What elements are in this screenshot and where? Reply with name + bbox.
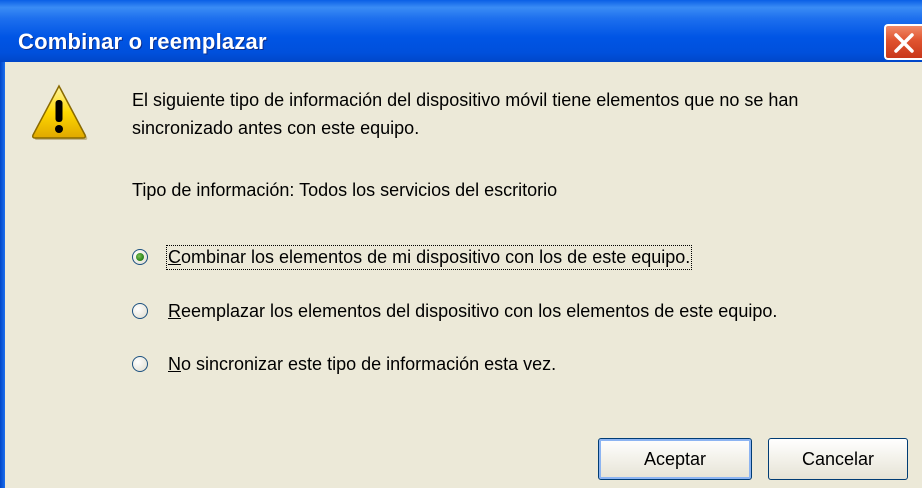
option-skip[interactable]: No sincronizar este tipo de información …: [132, 349, 556, 379]
radio-skip[interactable]: [132, 356, 148, 372]
radio-merge[interactable]: [132, 249, 148, 265]
info-type-label: Tipo de información: Todos los servicios…: [132, 180, 558, 200]
window-left-border: [0, 62, 5, 488]
option-merge-label[interactable]: Combinar los elementos de mi dispositivo…: [165, 244, 693, 270]
close-icon: [894, 33, 914, 53]
cancel-button[interactable]: Cancelar: [768, 438, 908, 480]
message-line-1: El siguiente tipo de información del dis…: [132, 90, 799, 110]
warning-icon: [32, 84, 88, 140]
option-replace[interactable]: Reemplazar los elementos del dispositivo…: [132, 296, 777, 326]
message-line-2: sincronizado antes con este equipo.: [132, 118, 420, 138]
radio-replace[interactable]: [132, 303, 148, 319]
option-replace-label[interactable]: Reemplazar los elementos del dispositivo…: [168, 301, 777, 322]
close-button[interactable]: [884, 24, 922, 60]
title-bar[interactable]: Combinar o reemplazar: [0, 0, 922, 62]
ok-button[interactable]: Aceptar: [598, 438, 752, 480]
option-merge[interactable]: Combinar los elementos de mi dispositivo…: [132, 242, 693, 272]
window-title: Combinar o reemplazar: [18, 29, 267, 54]
option-skip-label[interactable]: No sincronizar este tipo de información …: [168, 354, 556, 375]
dialog-window: Combinar o reemplazar El siguiente tipo …: [0, 0, 922, 488]
